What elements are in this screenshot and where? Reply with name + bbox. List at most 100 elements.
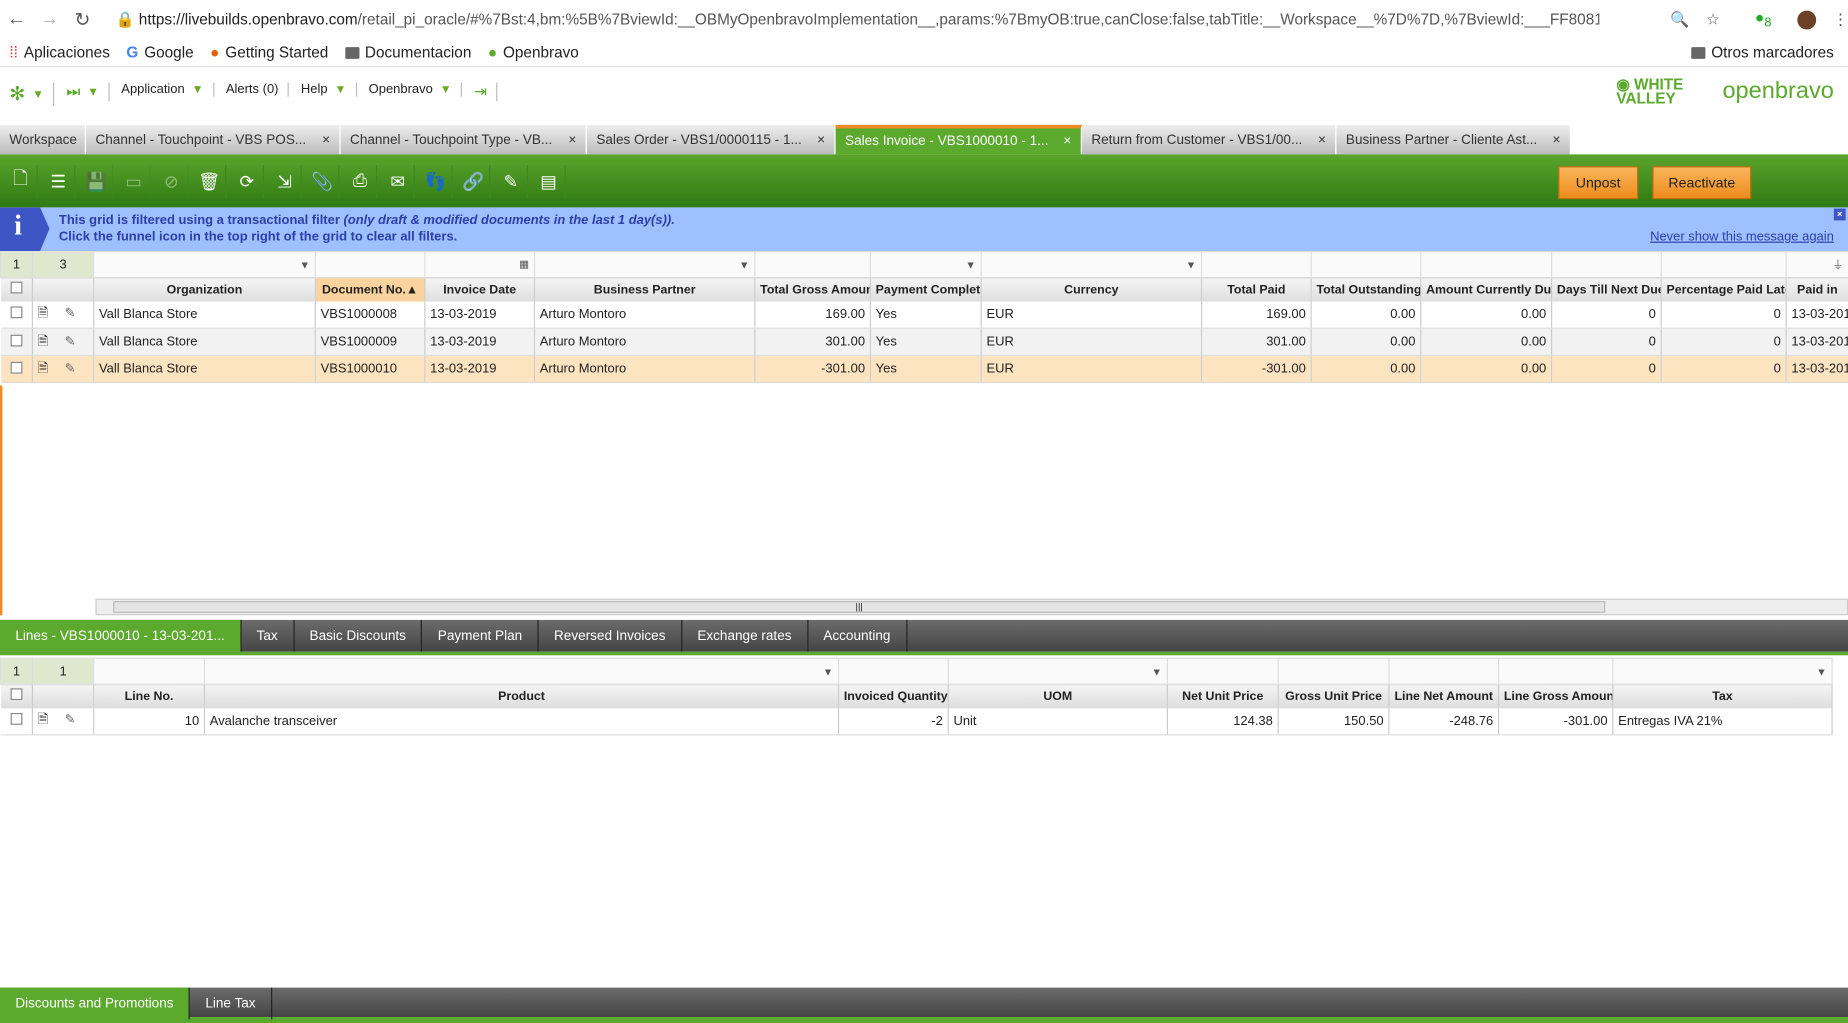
checkbox[interactable]: [10, 281, 23, 294]
filter-cell[interactable]: [837, 657, 949, 685]
table-row[interactable]: 🗎 ✎ Vall Blanca Store VBS1000010 13-03-2019 A…: [0, 355, 1848, 384]
checkbox[interactable]: [10, 688, 23, 701]
filter-cell[interactable]: ▼: [203, 657, 840, 685]
column-header[interactable]: Paid in: [1786, 277, 1848, 302]
column-header[interactable]: Payment Complete: [870, 277, 982, 302]
column-header[interactable]: Total Paid: [1201, 277, 1312, 302]
extension-icon[interactable]: ●8: [1755, 8, 1771, 30]
bookmark-documentacion[interactable]: Documentacion: [344, 44, 471, 61]
checkbox[interactable]: [10, 334, 23, 346]
table-row[interactable]: 🗎 ✎ 10 Avalanche transceiver -2 Unit 124.38 150…: [0, 707, 1833, 736]
child-tab-4[interactable]: Reversed Invoices: [539, 619, 683, 652]
row-checkbox[interactable]: [0, 355, 33, 384]
filter-cell[interactable]: ▼: [93, 251, 316, 279]
tab-5[interactable]: Return from Customer - VBS1/00... ×: [1081, 124, 1337, 155]
close-icon[interactable]: ×: [568, 133, 576, 147]
avatar[interactable]: [1797, 10, 1817, 29]
tab-4[interactable]: Sales Invoice - VBS1000010 - 1... ×: [835, 124, 1082, 155]
column-header[interactable]: Amount Currently Due: [1420, 277, 1553, 302]
close-icon[interactable]: ×: [1833, 208, 1846, 221]
bookmark-google[interactable]: G Google: [126, 44, 193, 62]
close-icon[interactable]: ×: [1553, 133, 1561, 147]
attach-icon[interactable]: 📎: [306, 164, 340, 198]
application-menu[interactable]: Application ▼: [121, 82, 215, 97]
scrollbar-thumb[interactable]: |||: [113, 601, 1606, 613]
tab-3[interactable]: Sales Order - VBS1/0000115 - 1... ×: [586, 124, 836, 155]
new-document-icon[interactable]: 🗋: [5, 164, 38, 198]
column-header[interactable]: Product: [204, 684, 840, 708]
audit-trail-icon[interactable]: 👣: [420, 164, 453, 198]
filter-cell[interactable]: [1277, 657, 1390, 685]
column-header[interactable]: Document No.▲: [315, 277, 426, 302]
alerts-link[interactable]: Alerts (0): [226, 82, 290, 97]
edit-icon[interactable]: ✎: [65, 361, 76, 375]
tab-6[interactable]: Business Partner - Cliente Ast... ×: [1336, 124, 1572, 155]
column-header[interactable]: Days Till Next Due: [1551, 277, 1662, 302]
column-header[interactable]: Tax: [1612, 684, 1833, 708]
star-icon[interactable]: ☆: [1706, 10, 1720, 29]
column-header[interactable]: Gross Unit Price: [1278, 684, 1390, 708]
filter-cell[interactable]: [1166, 657, 1279, 685]
tab-1[interactable]: Channel - Touchpoint - VBS POS... ×: [86, 124, 341, 155]
dropdown-icon[interactable]: ▼: [299, 259, 310, 271]
edit-icon[interactable]: ✎: [65, 713, 76, 727]
url-input[interactable]: 🔒 https://livebuilds.openbravo.com/retai…: [115, 10, 1599, 29]
quick-launch-menu[interactable]: ⏭ ▼: [66, 82, 110, 102]
save-icon[interactable]: 💾: [80, 164, 114, 198]
column-header[interactable]: Line No.: [93, 684, 206, 708]
filter-cell[interactable]: ▼: [1612, 657, 1833, 685]
filter-cell[interactable]: ▼: [980, 251, 1203, 279]
edit-icon[interactable]: ✎: [65, 307, 76, 321]
back-icon[interactable]: ←: [0, 9, 33, 30]
save-close-icon[interactable]: ▭: [118, 164, 151, 198]
user-menu[interactable]: Openbravo ▼: [369, 82, 463, 97]
undo-icon[interactable]: ⊘: [156, 164, 189, 198]
child-tab-2[interactable]: Basic Discounts: [294, 619, 423, 652]
checkbox[interactable]: [10, 361, 23, 374]
reactivate-button[interactable]: Reactivate: [1652, 166, 1752, 200]
dropdown-icon[interactable]: ▼: [1816, 665, 1827, 677]
filter-cell[interactable]: [93, 657, 206, 685]
table-row[interactable]: 🗎 ✎ Vall Blanca Store VBS1000008 13-03-2019 A…: [0, 301, 1848, 329]
other-bookmarks[interactable]: Otros marcadores: [1691, 44, 1834, 61]
open-form-icon[interactable]: 🗎: [38, 334, 48, 348]
menu-icon[interactable]: ⋮: [1833, 10, 1848, 29]
column-header[interactable]: Invoiced Quantity: [838, 684, 949, 708]
link-icon[interactable]: 🔗: [457, 164, 491, 198]
child-tab-6[interactable]: Accounting: [808, 619, 907, 652]
filter-cell[interactable]: [314, 251, 426, 279]
filter-cell[interactable]: ▼: [947, 657, 1168, 685]
edit-icon[interactable]: ✎: [65, 334, 76, 348]
filter-cell[interactable]: [1200, 251, 1312, 279]
row-checkbox[interactable]: [0, 301, 33, 329]
export-icon[interactable]: ⇲: [269, 164, 302, 198]
never-show-link[interactable]: Never show this message again: [1650, 230, 1834, 244]
filter-cell[interactable]: ⏚: [1785, 251, 1848, 279]
select-all-checkbox[interactable]: [0, 684, 33, 708]
logout-icon[interactable]: ⇥: [474, 82, 498, 102]
column-header[interactable]: Business Partner: [534, 277, 756, 302]
filter-cell[interactable]: [1310, 251, 1422, 279]
child-tab-5[interactable]: Exchange rates: [682, 619, 809, 652]
dropdown-icon[interactable]: ▼: [823, 665, 834, 677]
filter-cell[interactable]: ▼: [533, 251, 756, 279]
column-header[interactable]: Line Net Amount: [1388, 684, 1500, 708]
column-header[interactable]: Currency: [981, 277, 1203, 302]
bookmark-apps[interactable]: ⁞⁞ Aplicaciones: [9, 44, 109, 62]
bookmark-openbravo[interactable]: ● Openbravo: [488, 44, 579, 62]
column-header[interactable]: UOM: [948, 684, 1168, 708]
zoom-icon[interactable]: 🔍: [1670, 10, 1689, 29]
filter-cell[interactable]: ▦: [424, 251, 536, 279]
print-icon[interactable]: ⎙: [344, 164, 378, 198]
refresh-icon[interactable]: ⟳: [231, 164, 264, 198]
close-icon[interactable]: ×: [1318, 133, 1326, 147]
child-tab-1[interactable]: Tax: [241, 619, 295, 652]
email-icon[interactable]: ✉: [382, 164, 415, 198]
new-row-icon[interactable]: ☰: [42, 164, 76, 198]
column-header[interactable]: Invoice Date: [424, 277, 536, 302]
filter-cell[interactable]: [1550, 251, 1662, 279]
dropdown-icon[interactable]: ▦: [519, 258, 529, 271]
filter-cell[interactable]: [1388, 657, 1500, 685]
table-row[interactable]: 🗎 ✎ Vall Blanca Store VBS1000009 13-03-2019 A…: [0, 328, 1848, 356]
unpost-button[interactable]: Unpost: [1558, 166, 1639, 200]
